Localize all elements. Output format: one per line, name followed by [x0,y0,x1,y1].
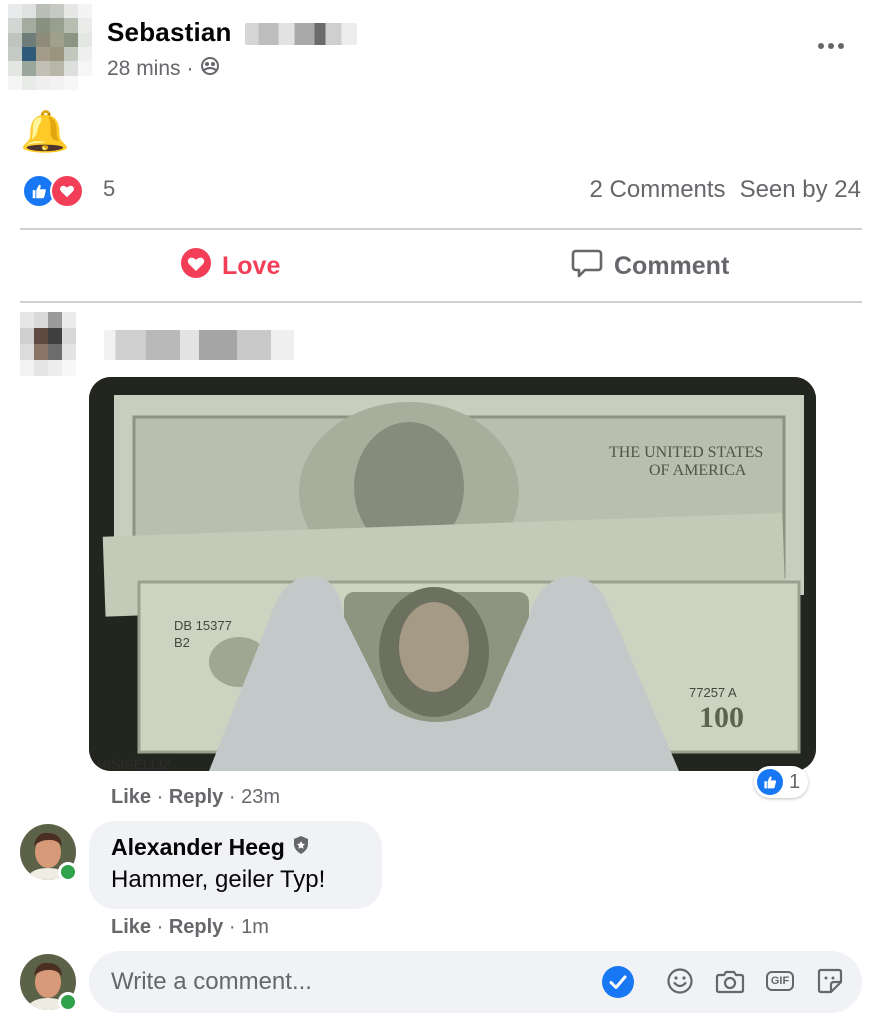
camera-icon[interactable] [715,966,745,996]
divider-bottom [20,301,862,303]
comment2-actions: Like · Reply · 1m [111,916,269,939]
comment1-reply-link[interactable]: Reply [169,786,223,808]
comment2-time[interactable]: 1m [241,916,269,938]
svg-text:77257 A: 77257 A [689,685,737,700]
comment2-author-name[interactable]: Alexander Heeg [111,834,285,861]
comment-label: Comment [614,251,730,280]
svg-text:THE UNITED STATES: THE UNITED STATES [609,444,763,461]
author-avatar[interactable] [8,4,92,90]
comment-gif[interactable]: THE UNITED STATES OF AMERICA DB 15377 B2… [89,377,816,771]
meta-separator: · [186,57,194,80]
sep: · [228,786,236,808]
comment1-like-link[interactable]: Like [111,786,151,808]
more-options-icon[interactable] [814,34,848,58]
sticker-icon[interactable] [815,966,845,996]
post-author-name[interactable]: Sebastian [107,17,358,48]
commenter-avatar-blurred[interactable] [20,312,76,376]
post-stats: 2 Comments Seen by 24 [590,176,861,204]
love-icon [180,247,212,286]
gif-icon[interactable]: GIF [765,966,795,996]
seen-by-link[interactable]: Seen by 24 [740,176,861,204]
sep: · [156,916,164,938]
comment-button[interactable]: Comment [570,246,729,286]
online-status-icon [58,992,78,1012]
svg-text:HISISELLIZ: HISISELLIZ [97,756,171,771]
comment-input-placeholder[interactable]: Write a comment... [111,968,312,996]
comments-count-link[interactable]: 2 Comments [590,176,726,204]
friends-icon[interactable] [200,56,220,82]
online-status-icon [58,862,78,882]
emoji-icon[interactable] [665,966,695,996]
svg-text:100: 100 [699,701,744,734]
blurred-surname [245,23,358,46]
divider-top [20,228,862,230]
svg-text:B2: B2 [174,635,190,650]
comment1-reaction-badge[interactable]: 1 [754,766,809,798]
comment2-reply-link[interactable]: Reply [169,916,223,938]
love-label: Love [222,251,281,280]
comment-bubble-icon [570,246,604,287]
sep: · [156,786,164,808]
comment1-time[interactable]: 23m [241,786,280,808]
comment1-reaction-count: 1 [789,770,801,793]
comment2-author[interactable]: Alexander Heeg [111,834,311,861]
reaction-count[interactable]: 5 [103,176,115,202]
money-counter-gif-image: THE UNITED STATES OF AMERICA DB 15377 B2… [89,377,816,771]
love-button[interactable]: Love [180,246,280,286]
top-fan-shield-icon [291,834,311,861]
sep: · [228,916,236,938]
author-name-text[interactable]: Sebastian [107,17,232,47]
love-reaction-icon [50,174,84,208]
bell-emoji: 🔔 [20,110,70,154]
comment2-like-link[interactable]: Like [111,916,151,938]
svg-text:OF AMERICA: OF AMERICA [649,462,747,479]
checkmark-icon[interactable] [601,965,635,999]
svg-text:DB 15377: DB 15377 [174,618,232,633]
reaction-icons[interactable] [22,174,84,208]
gif-label: GIF [765,971,795,991]
comment2-text: Hammer, geiler Typ! [111,866,326,893]
post-time[interactable]: 28 mins [107,57,181,81]
commenter-name-blurred[interactable] [104,330,294,360]
post-meta: 28 mins · [107,56,220,82]
like-reaction-icon [757,769,783,795]
comment1-actions: Like · Reply · 23m [111,786,280,809]
